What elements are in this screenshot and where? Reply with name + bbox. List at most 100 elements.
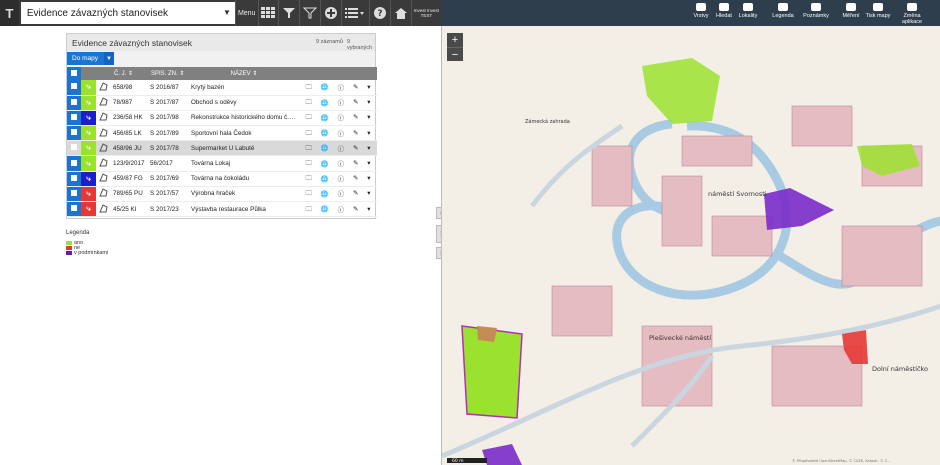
folder-icon[interactable]: 🗀 [306,128,312,139]
add-icon[interactable] [319,0,341,26]
row-menu-icon[interactable]: ▾ [367,145,370,152]
row-checkbox[interactable] [67,95,81,111]
row-checkbox[interactable] [67,140,81,157]
row-menu-icon[interactable]: ▾ [367,114,370,121]
table-row[interactable]: ⤷ 458/96 JU S 2017/78 Supermarket U Labutě 🗀… [67,140,377,157]
table-row[interactable]: ⤷ 78/987 S 2017/87 Obchod s oděvy 🗀 🌐 ⓘ ✎ ▾ [67,95,377,111]
folder-icon[interactable]: 🗀 [306,173,312,184]
row-checkbox[interactable] [67,155,81,172]
info-icon[interactable]: ⓘ [338,113,344,122]
info-icon[interactable]: ⓘ [338,189,344,198]
edit-icon[interactable]: ✎ [353,190,358,197]
help-icon[interactable]: ? [369,0,390,26]
folder-icon[interactable]: 🗀 [306,188,312,199]
polygon-icon[interactable] [96,80,111,96]
edit-icon[interactable]: ✎ [353,145,358,152]
info-icon[interactable]: ⓘ [338,174,344,183]
do-mapy-button[interactable]: Do mapy ▼ [67,52,114,65]
status-arrow-icon: ⤷ [81,171,96,187]
table-row[interactable]: ⤷ 658/98 S 2016/87 Krytý bazén 🗀 🌐 ⓘ ✎ ▾ [67,80,377,96]
polygon-icon[interactable] [96,140,111,157]
edit-icon[interactable]: ✎ [353,130,358,137]
globe-icon[interactable]: 🌐 [321,99,329,107]
map-tool-legend[interactable]: Legenda [766,3,800,19]
filter-icon[interactable] [278,0,299,26]
map-view[interactable]: náměstí Svornosti Plešivecké náměstí Dol… [441,26,940,465]
globe-icon[interactable]: 🌐 [321,83,329,91]
row-menu-icon[interactable]: ▾ [367,84,370,91]
globe-icon[interactable]: 🌐 [321,205,329,213]
globe-icon[interactable]: 🌐 [321,129,329,137]
row-checkbox[interactable] [67,125,81,142]
folder-icon[interactable]: 🗀 [306,143,312,154]
app-title-dropdown[interactable]: Evidence závazných stanovisek ▼ [20,2,235,24]
row-checkbox[interactable] [67,110,81,127]
globe-icon[interactable]: 🌐 [321,175,329,183]
table-row[interactable]: ⤷ 789/65 PU S 2017/57 Výrobna hraček 🗀 🌐 ⓘ ✎ ▾ [67,186,377,203]
table-row[interactable]: ⤷ 459/87 FG S 2017/69 Továrna na čokoládu 🗀 🌐… [67,171,377,187]
info-icon[interactable]: ⓘ [338,159,344,168]
info-icon[interactable]: ⓘ [338,129,344,138]
app-logo[interactable]: T [0,0,19,26]
row-checkbox[interactable] [67,186,81,203]
polygon-icon[interactable] [96,125,111,142]
polygon-icon[interactable] [96,155,111,172]
folder-icon[interactable]: 🗀 [306,82,312,93]
folder-icon[interactable]: 🗀 [306,97,312,108]
info-icon[interactable]: ⓘ [338,205,344,214]
edit-icon[interactable]: ✎ [353,99,358,106]
folder-icon[interactable]: 🗀 [306,158,312,169]
edit-icon[interactable]: ✎ [353,160,358,167]
col-spis[interactable]: SPIS. ZN. ⇕ [148,67,189,80]
row-checkbox[interactable] [67,80,81,96]
polygon-icon[interactable] [96,186,111,203]
select-all-checkbox[interactable] [67,67,81,80]
info-icon[interactable]: ⓘ [338,98,344,107]
info-icon[interactable]: ⓘ [338,83,344,92]
polygon-icon[interactable] [96,201,111,218]
polygon-icon[interactable] [96,171,111,187]
edit-icon[interactable]: ✎ [353,84,358,91]
grid-view-icon[interactable] [257,0,279,26]
edit-icon[interactable]: ✎ [353,114,358,121]
map-canvas[interactable]: náměstí Svornosti Plešivecké náměstí Dol… [442,26,940,465]
col-cj[interactable]: Č. J. ⇕ [111,67,148,80]
zoom-in-button[interactable]: + [447,33,463,47]
folder-icon[interactable]: 🗀 [306,112,312,123]
row-menu-icon[interactable]: ▾ [367,175,370,182]
info-icon[interactable]: ⓘ [338,144,344,153]
globe-icon[interactable]: 🌐 [321,144,329,152]
folder-icon[interactable]: 🗀 [306,204,312,215]
row-menu-icon[interactable]: ▾ [367,206,370,213]
edit-icon[interactable]: ✎ [353,175,358,182]
map-tool-locality[interactable]: Lokality [731,3,765,19]
menu-button[interactable]: Menu [234,0,258,26]
globe-icon[interactable]: 🌐 [321,160,329,168]
map-tool-pin[interactable]: Poznámky [799,3,833,19]
home-icon[interactable] [389,0,411,26]
list-menu-icon[interactable] [340,0,369,26]
edit-icon[interactable]: ✎ [353,206,358,213]
map-tool-print[interactable]: Tisk mapy [861,3,895,19]
table-row[interactable]: ⤷ 45/25 KI S 2017/23 Výstavba restaurace Pů… [67,201,377,218]
globe-icon[interactable]: 🌐 [321,190,329,198]
polygon-icon[interactable] [96,110,111,127]
table-row[interactable]: ⤷ 456/85 LK S 2017/89 Sportovní hala Čedok 🗀… [67,125,377,142]
col-nazev[interactable]: NÁZEV ⇕ [189,67,299,80]
row-menu-icon[interactable]: ▾ [367,130,370,137]
row-actions: 🗀 🌐 ⓘ ✎ ▾ [299,125,377,142]
row-menu-icon[interactable]: ▾ [367,190,370,197]
table-row[interactable]: ⤷ 236/58 HK S 2017/98 Rekonstrukce historic… [67,110,377,127]
zoom-out-button[interactable]: − [447,47,463,61]
cell-nazev: Sportovní hala Čedok [189,125,299,142]
filter-clear-icon[interactable] [299,0,320,26]
row-checkbox[interactable] [67,201,81,218]
row-checkbox[interactable] [67,171,81,187]
globe-icon[interactable]: 🌐 [321,114,329,122]
caret-down-icon[interactable]: ▼ [104,52,114,65]
map-tool-apps[interactable]: Změna aplikace [895,3,929,25]
row-menu-icon[interactable]: ▾ [367,160,370,167]
polygon-icon[interactable] [96,95,111,111]
row-menu-icon[interactable]: ▾ [367,99,370,106]
table-row[interactable]: ⤷ 123/9/2017 56/2017 Továrna Lokaj 🗀 🌐 ⓘ ✎ ▾ [67,155,377,172]
